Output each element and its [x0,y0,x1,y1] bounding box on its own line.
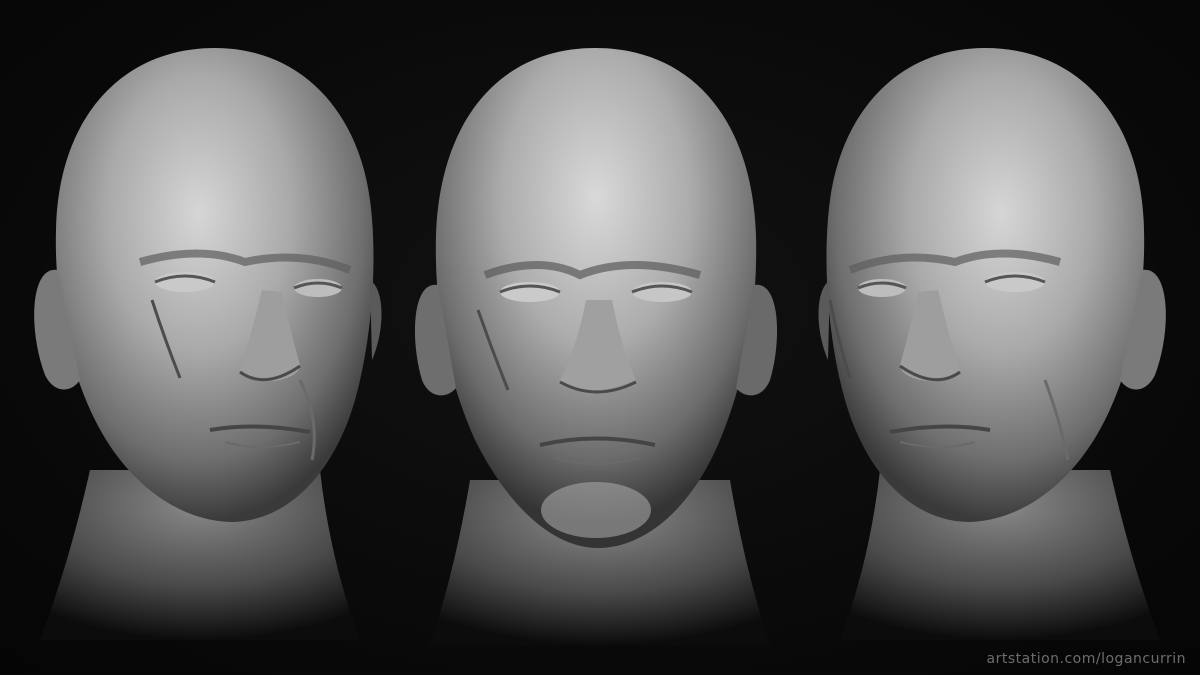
watermark-text: artstation.com/logancurrin [986,651,1186,667]
ear-right [370,280,382,360]
eye-right [631,282,693,302]
render-stage: artstation.com/logancurrin [0,0,1200,675]
head-shape [435,48,757,548]
head-view-front [400,0,800,675]
eye-left [857,279,907,297]
eye-right [984,272,1046,292]
eye-right [293,279,343,297]
head-view-three-quarter-left [0,0,400,675]
head-view-three-quarter-right [800,0,1200,675]
eye-left [154,272,216,292]
eye-left [499,282,561,302]
ear-left [818,280,830,360]
chin [541,482,651,538]
